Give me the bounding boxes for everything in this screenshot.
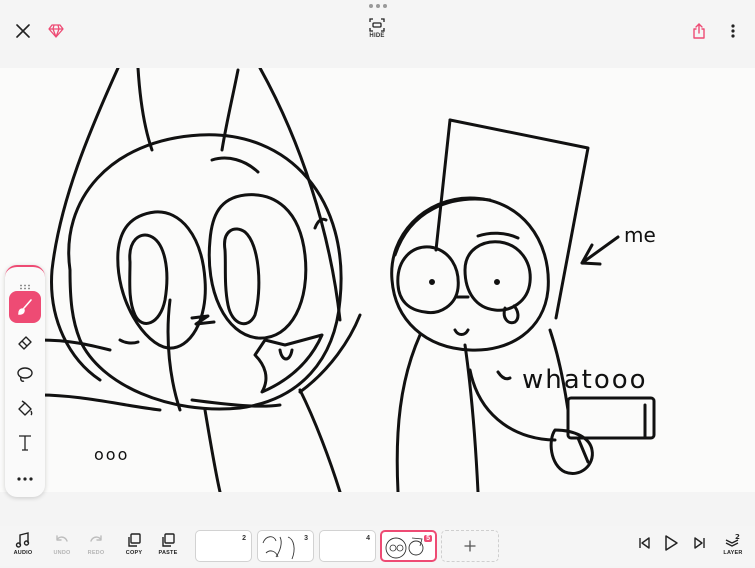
layer-label: LAYER xyxy=(723,550,743,556)
diamond-icon[interactable] xyxy=(47,22,65,40)
frame-number: 3 xyxy=(304,535,308,542)
frame-number: 4 xyxy=(366,535,370,542)
lasso-tool[interactable] xyxy=(9,359,41,391)
top-bar: HIDE xyxy=(0,0,755,50)
undo-label: UNDO xyxy=(53,550,71,556)
first-frame-button[interactable] xyxy=(630,536,658,568)
eraser-tool[interactable] xyxy=(9,326,41,358)
frame-thumbnail[interactable]: 2 xyxy=(195,530,252,562)
brush-tool[interactable] xyxy=(9,291,41,323)
redo-button[interactable]: REDO xyxy=(82,532,110,564)
frame-thumbnail[interactable]: 4 xyxy=(319,530,376,562)
frame-thumbnail[interactable]: 3 xyxy=(257,530,314,562)
more-tools-button[interactable] xyxy=(9,463,41,495)
paste-label: PASTE xyxy=(158,550,178,556)
drawing-canvas[interactable]: me whatooo ooo xyxy=(0,68,755,492)
skip-back-icon xyxy=(639,537,650,549)
handwriting-dots: ooo xyxy=(94,445,129,464)
share-icon[interactable] xyxy=(689,20,709,42)
add-frame-button[interactable] xyxy=(441,530,499,562)
bottom-bar: AUDIO UNDO REDO COPY PASTE 2 LAYER xyxy=(0,526,755,566)
copy-button[interactable]: COPY xyxy=(120,532,148,564)
copy-label: COPY xyxy=(125,550,143,556)
frame-number: 2 xyxy=(242,535,246,542)
close-icon[interactable] xyxy=(12,20,34,42)
drawing-artwork: me whatooo ooo xyxy=(38,68,656,492)
play-button[interactable] xyxy=(657,534,685,566)
hide-button[interactable]: HIDE xyxy=(362,18,392,46)
more-horizontal-icon xyxy=(17,477,33,481)
skip-forward-icon xyxy=(694,537,705,549)
drag-handle[interactable] xyxy=(368,4,388,10)
frame-thumbnail-active[interactable]: 5 xyxy=(380,530,437,562)
layers-icon: 2 xyxy=(725,533,740,547)
last-frame-button[interactable] xyxy=(686,536,714,568)
hide-label: HIDE xyxy=(369,33,385,39)
fill-bucket-icon xyxy=(18,400,33,416)
music-note-icon xyxy=(15,532,30,548)
handwriting-what: whatooo xyxy=(522,365,648,395)
paste-button[interactable]: PASTE xyxy=(154,532,182,564)
redo-label: REDO xyxy=(87,550,105,556)
layer-button[interactable]: 2 LAYER xyxy=(719,532,747,564)
handwriting-me: me xyxy=(624,223,656,247)
text-tool[interactable] xyxy=(9,427,41,459)
copy-icon xyxy=(128,533,141,547)
play-icon xyxy=(665,535,678,551)
fill-tool[interactable] xyxy=(9,393,41,425)
audio-label: AUDIO xyxy=(13,550,33,556)
layer-count: 2 xyxy=(735,533,740,541)
audio-button[interactable]: AUDIO xyxy=(9,532,37,564)
frame-number: 5 xyxy=(424,535,432,542)
paste-icon xyxy=(162,533,175,547)
undo-button[interactable]: UNDO xyxy=(48,532,76,564)
more-vertical-icon[interactable] xyxy=(724,20,742,42)
text-icon xyxy=(19,435,31,451)
plus-icon xyxy=(464,540,476,552)
tool-palette xyxy=(5,265,45,497)
undo-icon xyxy=(56,535,68,542)
eraser-icon xyxy=(18,336,32,350)
lasso-icon xyxy=(17,367,33,382)
redo-icon xyxy=(90,535,102,542)
brush-icon xyxy=(18,299,32,315)
hide-ui-icon xyxy=(369,18,385,32)
